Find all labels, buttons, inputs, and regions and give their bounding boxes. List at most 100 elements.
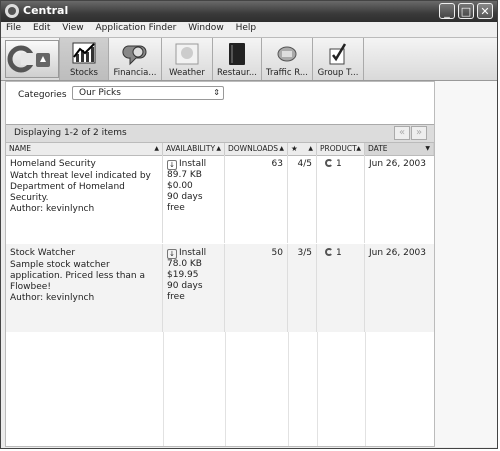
install-label: Install <box>179 248 207 258</box>
col-downloads[interactable]: DOWNLOADS ▲ <box>225 143 288 155</box>
menu-edit[interactable]: Edit <box>28 22 54 33</box>
categories-select[interactable]: Our Picks ⇕ <box>72 86 224 100</box>
prev-page-button[interactable]: « <box>394 126 410 140</box>
app-trial: 90 days free <box>167 192 203 213</box>
date-cell: Jun 26, 2003 <box>365 244 434 332</box>
app-price: $0.00 <box>167 181 193 191</box>
window-title: Central <box>23 4 69 17</box>
tool-group[interactable]: Group T... <box>312 38 364 80</box>
rating-cell: 4/5 <box>288 155 317 243</box>
rating-value: 4/5 <box>297 159 312 169</box>
downloads-cell: 50 <box>225 244 288 332</box>
rating-value: 3/5 <box>297 248 312 258</box>
install-icon: ↓ <box>167 159 177 170</box>
updown-arrow-icon: ⇕ <box>213 88 220 97</box>
col-date[interactable]: DATE ▼ <box>365 143 434 155</box>
column-divider <box>317 332 318 446</box>
tool-restaurant[interactable]: Restaur... <box>212 38 261 80</box>
sort-icon: ▼ <box>425 145 430 152</box>
availability-cell: ↓ Install 89.7 KB $0.00 90 days free <box>163 155 225 243</box>
sort-icon: ▲ <box>356 145 361 152</box>
tool-finance[interactable]: Financia... <box>108 38 161 80</box>
col-label: DOWNLOADS <box>228 144 279 153</box>
close-button[interactable]: ✕ <box>477 3 493 19</box>
table-header: NAME ▲ AVAILABILITY ▲ DOWNLOADS ▲ ★ ▲ PRODUC… <box>6 142 434 156</box>
app-name[interactable]: Stock Watcher <box>10 248 158 259</box>
central-logo-button[interactable] <box>5 40 59 78</box>
sort-icon: ▲ <box>308 145 313 152</box>
tool-label: Traffic R... <box>266 68 308 78</box>
sort-icon: ▲ <box>216 145 221 152</box>
date-cell: Jun 26, 2003 <box>365 155 434 243</box>
detail-pane <box>435 81 497 447</box>
app-description: Sample stock watcher application. Priced… <box>10 260 145 292</box>
tool-label: Group T... <box>317 68 359 78</box>
column-divider <box>365 332 366 446</box>
downloads-value: 63 <box>271 159 283 169</box>
product-cell: 1 <box>317 155 365 243</box>
column-divider <box>163 332 164 446</box>
finance-icon <box>122 45 147 66</box>
menu-bar: File Edit View Application Finder Window… <box>1 22 497 38</box>
sort-icon: ▲ <box>154 145 159 152</box>
col-label: NAME <box>9 144 31 153</box>
col-name[interactable]: NAME ▲ <box>6 143 163 155</box>
tool-label: Financia... <box>113 68 157 78</box>
table-row[interactable]: Stock Watcher Sample stock watcher appli… <box>6 244 434 332</box>
central-product-icon <box>325 248 333 256</box>
menu-window[interactable]: Window <box>183 22 228 33</box>
categories-selected: Our Picks <box>79 88 121 98</box>
product-value: 1 <box>336 159 342 169</box>
downloads-cell: 63 <box>225 155 288 243</box>
app-trial: 90 days free <box>167 281 203 302</box>
menu-application-finder[interactable]: Application Finder <box>90 22 180 33</box>
results-count: Displaying 1-2 of 2 items <box>14 128 127 138</box>
install-icon: ↓ <box>167 248 177 259</box>
central-app-icon <box>5 4 19 18</box>
downloads-value: 50 <box>271 248 283 258</box>
name-cell: Stock Watcher Sample stock watcher appli… <box>6 244 163 332</box>
col-label: DATE <box>368 144 388 153</box>
install-button[interactable]: ↓ Install <box>167 248 220 259</box>
col-rating[interactable]: ★ ▲ <box>288 143 317 155</box>
results-bar: Displaying 1-2 of 2 items « » <box>6 124 434 143</box>
next-page-button[interactable]: » <box>411 126 427 140</box>
app-window: Central _ □ ✕ File Edit View Application… <box>0 0 498 449</box>
install-button[interactable]: ↓ Install <box>167 159 220 170</box>
menu-help[interactable]: Help <box>231 22 261 33</box>
column-divider <box>225 332 226 446</box>
product-value: 1 <box>336 248 342 258</box>
app-finder-panel: Categories Our Picks ⇕ Displaying 1-2 of… <box>5 81 435 447</box>
app-price: $19.95 <box>167 270 199 280</box>
col-product[interactable]: PRODUCT ▲ <box>317 143 365 155</box>
star-icon: ★ <box>291 144 298 153</box>
app-size: 78.0 KB <box>167 259 202 269</box>
menu-file[interactable]: File <box>1 22 25 33</box>
date-value: Jun 26, 2003 <box>369 248 427 258</box>
app-size: 89.7 KB <box>167 170 202 180</box>
app-description: Watch threat level indicated by Departme… <box>10 171 151 203</box>
app-author: Author: kevinlynch <box>10 293 95 303</box>
empty-list-area <box>6 332 434 446</box>
app-author: Author: kevinlynch <box>10 204 95 214</box>
tool-weather[interactable]: Weather <box>161 38 212 80</box>
restaurant-icon <box>229 43 245 65</box>
menu-view[interactable]: View <box>57 22 87 33</box>
weather-icon <box>175 43 199 65</box>
column-divider <box>288 332 289 446</box>
product-cell: 1 <box>317 244 365 332</box>
date-value: Jun 26, 2003 <box>369 159 427 169</box>
install-label: Install <box>179 159 207 169</box>
categories-label: Categories <box>18 90 67 100</box>
tool-traffic[interactable]: Traffic R... <box>261 38 312 80</box>
checklist-icon <box>329 43 347 65</box>
tool-stocks[interactable]: Stocks <box>59 38 108 80</box>
sort-icon: ▲ <box>279 145 284 152</box>
stocks-icon <box>72 42 96 64</box>
table-row[interactable]: Homeland Security Watch threat level ind… <box>6 155 434 243</box>
minimize-button[interactable]: _ <box>439 3 455 19</box>
maximize-button[interactable]: □ <box>458 3 474 19</box>
col-availability[interactable]: AVAILABILITY ▲ <box>163 143 225 155</box>
app-name[interactable]: Homeland Security <box>10 159 158 170</box>
central-logo-icon <box>7 45 50 73</box>
